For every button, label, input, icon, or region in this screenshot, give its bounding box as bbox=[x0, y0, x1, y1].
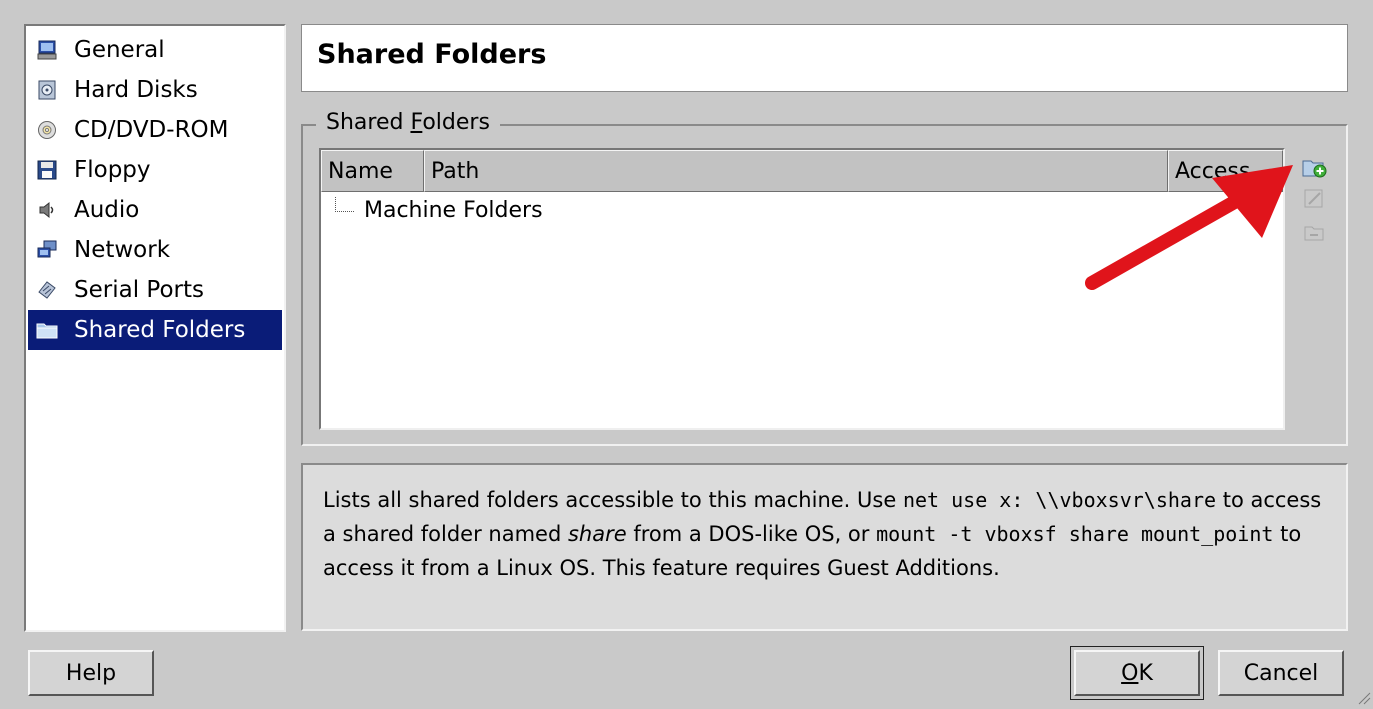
edit-shared-folder-button[interactable] bbox=[1296, 184, 1332, 218]
settings-category-list: General Hard Disks CD/DVD-ROM Floppy Aud… bbox=[24, 24, 286, 632]
shared-folders-table[interactable]: Name Path Access Machine Folders bbox=[319, 148, 1285, 430]
audio-icon bbox=[36, 199, 58, 221]
column-header-path[interactable]: Path bbox=[424, 150, 1168, 192]
add-shared-folder-button[interactable] bbox=[1296, 152, 1332, 186]
edit-shared-folder-icon bbox=[1302, 187, 1326, 215]
sidebar-item-shared-folders[interactable]: Shared Folders bbox=[28, 310, 282, 350]
page-title: Shared Folders bbox=[317, 39, 547, 70]
add-shared-folder-icon bbox=[1301, 154, 1327, 184]
hard-disk-icon bbox=[36, 79, 58, 101]
remove-shared-folder-button[interactable] bbox=[1296, 218, 1332, 252]
list-item[interactable]: Machine Folders bbox=[335, 197, 543, 223]
ok-accel: O bbox=[1121, 660, 1139, 686]
sidebar-item-cd-dvd-rom[interactable]: CD/DVD-ROM bbox=[28, 110, 282, 150]
ok-button[interactable]: OK bbox=[1074, 650, 1200, 696]
sidebar-item-label: Audio bbox=[74, 197, 140, 223]
legend-prefix: Shared bbox=[326, 110, 411, 135]
sidebar-item-label: CD/DVD-ROM bbox=[74, 117, 229, 143]
legend-accel: F bbox=[410, 110, 423, 135]
description-panel: Lists all shared folders accessible to t… bbox=[301, 463, 1348, 631]
cd-icon bbox=[36, 119, 58, 141]
info-emphasis: share bbox=[567, 522, 627, 546]
sidebar-item-label: Network bbox=[74, 237, 171, 263]
column-header-name[interactable]: Name bbox=[321, 150, 424, 192]
sidebar-item-audio[interactable]: Audio bbox=[28, 190, 282, 230]
sidebar-item-label: Shared Folders bbox=[74, 317, 246, 343]
tree-branch-line bbox=[335, 197, 354, 212]
shared-folder-icon bbox=[36, 319, 58, 341]
info-code-1: net use x: \\vboxsvr\share bbox=[902, 488, 1217, 512]
legend-suffix: olders bbox=[422, 110, 490, 135]
sidebar-item-general[interactable]: General bbox=[28, 30, 282, 70]
sidebar-item-floppy[interactable]: Floppy bbox=[28, 150, 282, 190]
tree-item-label: Machine Folders bbox=[364, 198, 543, 223]
sidebar-item-hard-disks[interactable]: Hard Disks bbox=[28, 70, 282, 110]
sidebar-item-label: Serial Ports bbox=[74, 277, 204, 303]
sidebar-item-label: Floppy bbox=[74, 157, 151, 183]
group-legend: Shared Folders bbox=[316, 110, 500, 135]
page-title-box: Shared Folders bbox=[301, 24, 1348, 92]
network-icon bbox=[36, 239, 58, 261]
sidebar-item-label: Hard Disks bbox=[74, 77, 198, 103]
info-text-1: Lists all shared folders accessible to t… bbox=[323, 488, 903, 512]
sidebar-item-label: General bbox=[74, 37, 165, 63]
serial-port-icon bbox=[36, 279, 58, 301]
column-header-access[interactable]: Access bbox=[1168, 150, 1283, 192]
info-text-3: from a DOS-like OS, or bbox=[626, 522, 877, 546]
sidebar-item-serial-ports[interactable]: Serial Ports bbox=[28, 270, 282, 310]
ok-rest: K bbox=[1138, 660, 1153, 686]
floppy-icon bbox=[36, 159, 58, 181]
help-button[interactable]: Help bbox=[28, 650, 154, 696]
remove-shared-folder-icon bbox=[1302, 221, 1326, 249]
sidebar-item-network[interactable]: Network bbox=[28, 230, 282, 270]
monitor-icon bbox=[36, 39, 58, 61]
info-code-2: mount -t vboxsf share mount_point bbox=[876, 522, 1274, 546]
cancel-button[interactable]: Cancel bbox=[1218, 650, 1344, 696]
resize-grip[interactable] bbox=[1357, 690, 1371, 705]
